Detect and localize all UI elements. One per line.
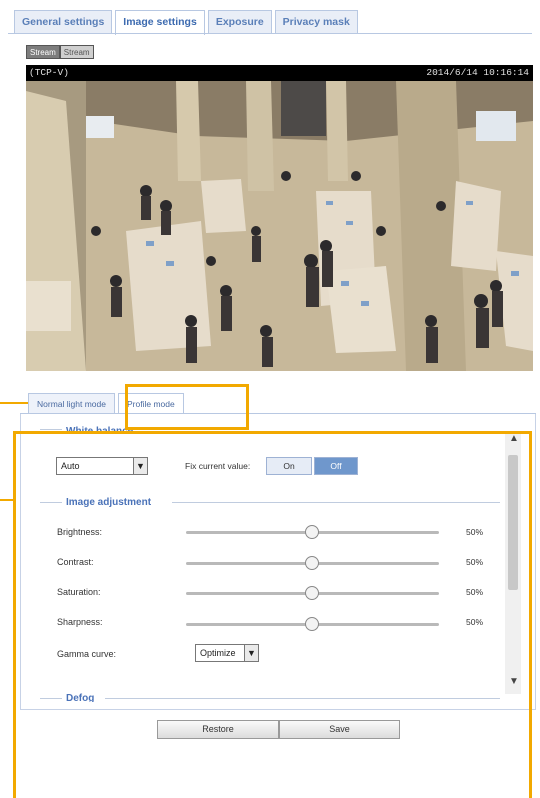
stream-selector: Stream Stream [26,45,94,59]
image-settings-page: General settings Image settings Exposure… [0,0,540,798]
tab-normal-light-mode[interactable]: Normal light mode [28,393,115,414]
tab-general-settings[interactable]: General settings [14,10,113,34]
settings-tabs: General settings Image settings Exposure… [14,10,361,35]
callout-leader-line [0,499,16,501]
video-protocol-label: (TCP-V) [29,67,69,78]
video-frame-image [26,81,533,371]
tab-image-settings[interactable]: Image settings [115,10,205,35]
video-timestamp: 2014/6/14 10:16:14 [426,67,529,78]
tab-exposure[interactable]: Exposure [207,10,272,34]
section-divider [40,429,62,430]
tab-privacy-mask[interactable]: Privacy mask [274,10,358,34]
video-caption-bar: (TCP-V) 2014/6/14 10:16:14 [26,65,533,81]
tabs-divider [8,33,532,34]
callout-leader-line [0,402,28,404]
settings-panel-callout [13,431,532,798]
profile-mode-callout [125,384,249,430]
stream-2-button[interactable]: Stream [59,45,94,59]
live-video-view: (TCP-V) 2014/6/14 10:16:14 [26,65,533,371]
stream-1-button[interactable]: Stream [26,45,60,59]
